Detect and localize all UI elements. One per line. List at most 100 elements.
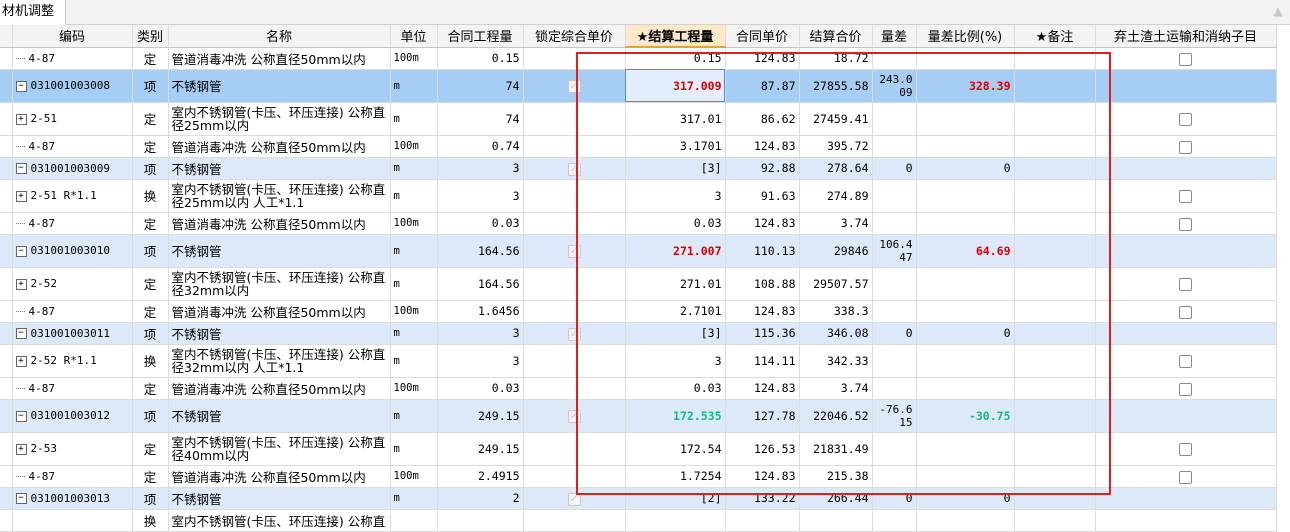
earthwork-cell[interactable] xyxy=(1095,135,1277,158)
lock-price-checkbox[interactable] xyxy=(567,327,581,341)
contract-qty-cell[interactable]: 0.74 xyxy=(437,135,524,158)
diff-ratio-cell[interactable] xyxy=(916,47,1015,70)
settle-total-cell[interactable]: 346.08 xyxy=(799,322,873,345)
settle-qty-cell[interactable]: 317.01 xyxy=(625,102,726,136)
bill-item-row[interactable]: −031001003010项不锈钢管m164.56271.007110.1329… xyxy=(0,234,1277,268)
type-cell[interactable]: 换 xyxy=(132,509,169,532)
code-cell[interactable]: +2-52 R*1.1 xyxy=(12,344,133,378)
contract-price-cell[interactable]: 114.11 xyxy=(725,344,800,378)
quota-row[interactable]: +2-51 定室内不锈钢管(卡压、环压连接) 公称直径25mm以内 m 74 317.0… xyxy=(0,102,1277,136)
remark-cell[interactable] xyxy=(1014,102,1096,136)
diff-ratio-cell[interactable]: 64.69 xyxy=(916,234,1015,268)
settle-qty-cell[interactable]: [2] xyxy=(625,487,726,510)
settle-qty-cell[interactable]: [3] xyxy=(625,157,726,180)
name-cell[interactable]: 不锈钢管 xyxy=(168,234,391,268)
qty-diff-cell[interactable] xyxy=(872,135,917,158)
settle-total-cell[interactable]: 342.33 xyxy=(799,344,873,378)
col-unit-header[interactable]: 单位 xyxy=(390,25,438,48)
bill-item-row[interactable]: −031001003009项不锈钢管m3[3]92.88278.6400 xyxy=(0,157,1277,180)
remark-cell[interactable] xyxy=(1014,487,1096,510)
contract-price-cell[interactable]: 115.36 xyxy=(725,322,800,345)
remark-cell[interactable] xyxy=(1014,179,1096,213)
type-cell[interactable]: 定 xyxy=(132,135,169,158)
unit-cell[interactable]: m xyxy=(390,432,438,466)
expand-icon[interactable]: + xyxy=(15,443,27,455)
settle-total-cell[interactable]: 266.44 xyxy=(799,487,873,510)
name-cell[interactable]: 室内不锈钢管(卡压、环压连接) 公称直 xyxy=(168,509,391,532)
earthwork-cell[interactable] xyxy=(1095,157,1277,180)
diff-ratio-cell[interactable]: 328.39 xyxy=(916,69,1015,103)
settle-total-cell[interactable] xyxy=(799,509,873,532)
diff-ratio-cell[interactable] xyxy=(916,267,1015,301)
expand-icon[interactable]: + xyxy=(15,355,27,367)
code-cell[interactable]: −031001003011 xyxy=(12,322,133,345)
contract-qty-cell[interactable]: 3 xyxy=(437,322,524,345)
lock-price-cell[interactable] xyxy=(523,432,626,466)
name-cell[interactable]: 管道消毒冲洗 公称直径50mm以内 xyxy=(168,300,391,323)
contract-qty-cell[interactable]: 1.6456 xyxy=(437,300,524,323)
contract-price-cell[interactable]: 124.83 xyxy=(725,300,800,323)
collapse-icon[interactable]: − xyxy=(15,328,27,339)
unit-cell[interactable]: m xyxy=(390,487,438,510)
quota-row[interactable]: 4-87 定管道消毒冲洗 公称直径50mm以内 100m 0.74 3.1701 124.… xyxy=(0,135,1277,158)
type-cell[interactable]: 定 xyxy=(132,432,169,466)
contract-price-cell[interactable]: 124.83 xyxy=(725,135,800,158)
type-cell[interactable]: 项 xyxy=(132,69,169,103)
lock-price-cell[interactable] xyxy=(523,487,626,510)
contract-qty-cell[interactable]: 3 xyxy=(437,344,524,378)
diff-ratio-cell[interactable]: -30.75 xyxy=(916,399,1015,433)
quota-row[interactable]: +2-53 定室内不锈钢管(卡压、环压连接) 公称直径40mm以内 m 249.15 1… xyxy=(0,432,1277,466)
contract-price-cell[interactable] xyxy=(725,509,800,532)
qty-diff-cell[interactable] xyxy=(872,179,917,213)
quota-row[interactable]: +2-52 定室内不锈钢管(卡压、环压连接) 公称直径32mm以内 m 164.56 2… xyxy=(0,267,1277,301)
unit-cell[interactable]: m xyxy=(390,69,438,103)
lock-price-cell[interactable] xyxy=(523,135,626,158)
diff-ratio-cell[interactable]: 0 xyxy=(916,322,1015,345)
earthwork-checkbox[interactable] xyxy=(1179,52,1192,66)
quota-row[interactable]: 4-87 定管道消毒冲洗 公称直径50mm以内 100m 0.15 0.15 124.83… xyxy=(0,47,1277,70)
code-cell[interactable]: −031001003012 xyxy=(12,399,133,433)
unit-cell[interactable]: m xyxy=(390,234,438,268)
earthwork-cell[interactable] xyxy=(1095,69,1277,103)
earthwork-checkbox[interactable] xyxy=(1179,443,1192,456)
diff-ratio-cell[interactable] xyxy=(916,179,1015,213)
collapse-icon[interactable]: − xyxy=(15,493,27,504)
settle-qty-cell[interactable]: 172.535 xyxy=(625,399,726,433)
diff-ratio-cell[interactable] xyxy=(916,344,1015,378)
type-cell[interactable]: 换 xyxy=(132,344,169,378)
remark-cell[interactable] xyxy=(1014,399,1096,433)
contract-price-cell[interactable]: 87.87 xyxy=(725,69,800,103)
lock-price-cell[interactable] xyxy=(523,377,626,400)
name-cell[interactable]: 管道消毒冲洗 公称直径50mm以内 xyxy=(168,212,391,235)
lock-price-cell[interactable] xyxy=(523,69,626,103)
contract-price-cell[interactable]: 124.83 xyxy=(725,212,800,235)
remark-cell[interactable] xyxy=(1014,344,1096,378)
earthwork-checkbox[interactable] xyxy=(1179,278,1192,291)
qty-diff-cell[interactable] xyxy=(872,432,917,466)
earthwork-cell[interactable] xyxy=(1095,234,1277,268)
unit-cell[interactable]: 100m xyxy=(390,300,438,323)
settle-qty-cell[interactable]: 172.54 xyxy=(625,432,726,466)
col-settle-total-header[interactable]: 结算合价 xyxy=(799,25,873,48)
type-cell[interactable]: 定 xyxy=(132,212,169,235)
settle-qty-cell[interactable]: 3 xyxy=(625,344,726,378)
collapse-icon[interactable]: − xyxy=(15,80,27,92)
diff-ratio-cell[interactable]: 0 xyxy=(916,487,1015,510)
earthwork-cell[interactable] xyxy=(1095,509,1277,532)
earthwork-checkbox[interactable] xyxy=(1179,382,1192,396)
arrow-up-icon[interactable]: ▲ xyxy=(1270,2,1286,20)
diff-ratio-cell[interactable]: 0 xyxy=(916,157,1015,180)
settle-total-cell[interactable]: 29846 xyxy=(799,234,873,268)
earthwork-checkbox[interactable] xyxy=(1179,217,1192,231)
code-cell[interactable]: 4-87 xyxy=(12,377,133,400)
earthwork-cell[interactable] xyxy=(1095,432,1277,466)
contract-price-cell[interactable]: 86.62 xyxy=(725,102,800,136)
lock-price-cell[interactable] xyxy=(523,212,626,235)
settle-qty-cell[interactable]: 3.1701 xyxy=(625,135,726,158)
qty-diff-cell[interactable]: 0 xyxy=(872,157,917,180)
unit-cell[interactable]: m xyxy=(390,102,438,136)
lock-price-checkbox[interactable] xyxy=(567,492,581,506)
contract-price-cell[interactable]: 92.88 xyxy=(725,157,800,180)
type-cell[interactable]: 定 xyxy=(132,377,169,400)
remark-cell[interactable] xyxy=(1014,47,1096,70)
